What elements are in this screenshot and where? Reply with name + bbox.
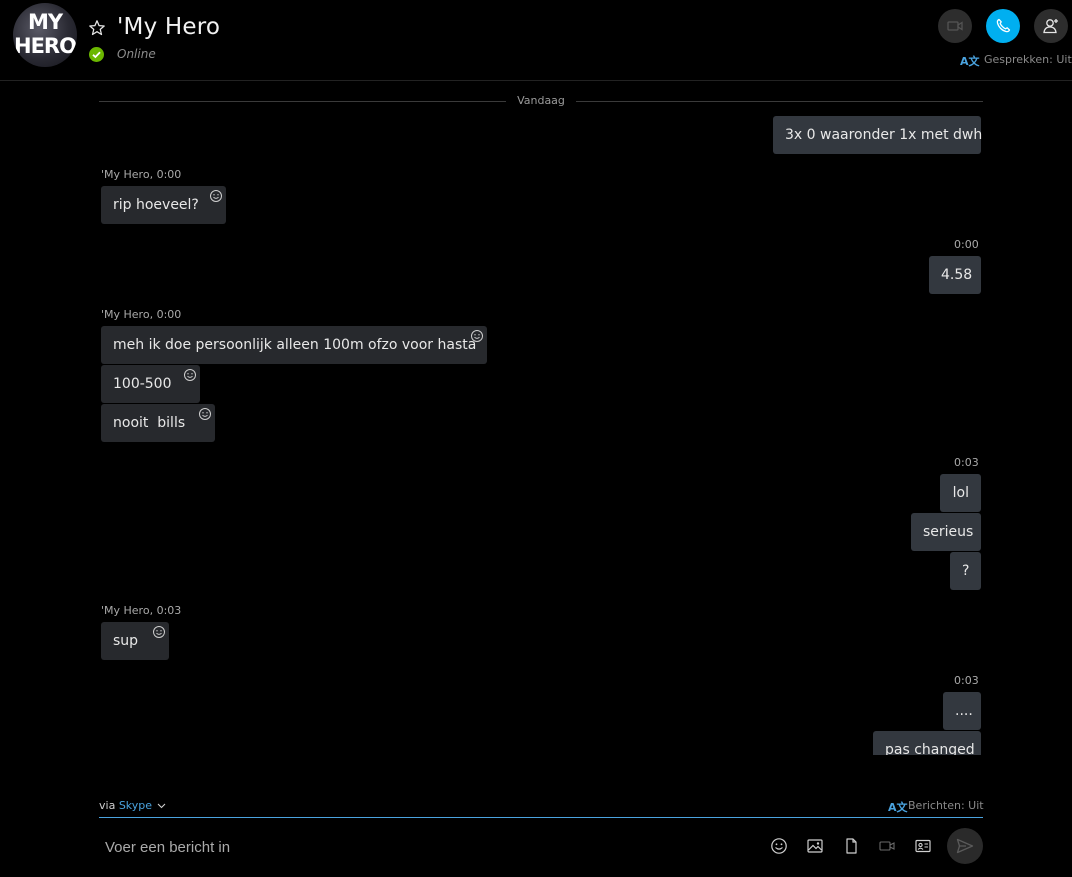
- add-people-button[interactable]: [1034, 9, 1068, 43]
- contact-card-icon[interactable]: [914, 837, 932, 855]
- outgoing-message[interactable]: lol: [940, 474, 981, 512]
- star-icon[interactable]: [88, 19, 106, 37]
- via-selector[interactable]: via Skype: [99, 799, 166, 812]
- message-meta: 0:03: [954, 456, 979, 469]
- outgoing-message[interactable]: pas changed: [873, 731, 981, 755]
- status-text: Online: [117, 47, 156, 61]
- via-service: Skype: [118, 799, 153, 812]
- emoji-reaction-icon[interactable]: [183, 368, 197, 382]
- date-divider-line-left: [99, 101, 506, 102]
- emoji-reaction-icon[interactable]: [470, 329, 484, 343]
- date-divider: Vandaag: [517, 94, 565, 107]
- message-text: 100-500: [113, 376, 172, 392]
- message-text: meh ik doe persoonlijk alleen 100m ofzo …: [113, 337, 477, 353]
- emoji-reaction-icon[interactable]: [152, 625, 166, 639]
- conversation-translator-label[interactable]: Gesprekken: Uit: [984, 53, 1072, 66]
- emoji-reaction-icon[interactable]: [209, 189, 223, 203]
- video-call-button[interactable]: [938, 9, 972, 43]
- message-meta: 'My Hero, 0:00: [101, 168, 182, 181]
- message-meta: 'My Hero, 0:03: [101, 604, 182, 617]
- contact-avatar[interactable]: MY HERO: [13, 3, 77, 67]
- audio-call-icon: [996, 18, 1011, 33]
- chat-header: MY HERO 'My Hero Online A文 Gesprekken: U…: [0, 0, 1072, 81]
- outgoing-message[interactable]: 3x 0 waaronder 1x met dwh: [773, 116, 982, 154]
- translator-icon[interactable]: A文: [888, 799, 908, 815]
- file-icon[interactable]: [842, 837, 860, 855]
- audio-call-button[interactable]: [986, 9, 1020, 43]
- incoming-message[interactable]: meh ik doe persoonlijk alleen 100m ofzo …: [101, 326, 487, 364]
- incoming-message[interactable]: rip hoeveel?: [101, 186, 226, 224]
- chevron-down-icon: [157, 803, 165, 809]
- video-message-icon[interactable]: [878, 837, 896, 855]
- outgoing-message[interactable]: ?: [950, 552, 981, 590]
- message-text: rip hoeveel?: [113, 197, 199, 213]
- outgoing-message[interactable]: 4.58: [929, 256, 981, 294]
- outgoing-message[interactable]: serieus: [911, 513, 981, 551]
- message-meta: 0:03: [954, 674, 979, 687]
- avatar-logo: MY HERO: [13, 10, 77, 58]
- message-meta: 'My Hero, 0:00: [101, 308, 182, 321]
- message-text: nooit bills: [113, 415, 186, 431]
- send-button[interactable]: [947, 828, 983, 864]
- emoji-icon[interactable]: [770, 837, 788, 855]
- outgoing-message[interactable]: ....: [943, 692, 981, 730]
- add-people-icon: [1043, 19, 1058, 34]
- composer-divider: [99, 817, 983, 818]
- translator-icon[interactable]: A文: [960, 53, 980, 69]
- message-text: sup: [113, 633, 139, 649]
- video-call-icon: [947, 21, 963, 31]
- contact-name[interactable]: 'My Hero: [117, 14, 220, 40]
- message-input[interactable]: [99, 830, 747, 864]
- avatar-text-line2: HERO: [14, 34, 77, 58]
- via-label: via: [99, 799, 116, 812]
- send-icon: [956, 838, 974, 854]
- message-translator-label[interactable]: Berichten: Uit: [908, 799, 984, 812]
- avatar-text-line1: MY: [27, 10, 63, 34]
- online-status-icon: [89, 47, 104, 62]
- image-icon[interactable]: [806, 837, 824, 855]
- date-divider-line-right: [576, 101, 983, 102]
- message-list[interactable]: Vandaag 3x 0 waaronder 1x met dwh 'My He…: [0, 81, 1072, 755]
- message-meta: 0:00: [954, 238, 979, 251]
- emoji-reaction-icon[interactable]: [198, 407, 212, 421]
